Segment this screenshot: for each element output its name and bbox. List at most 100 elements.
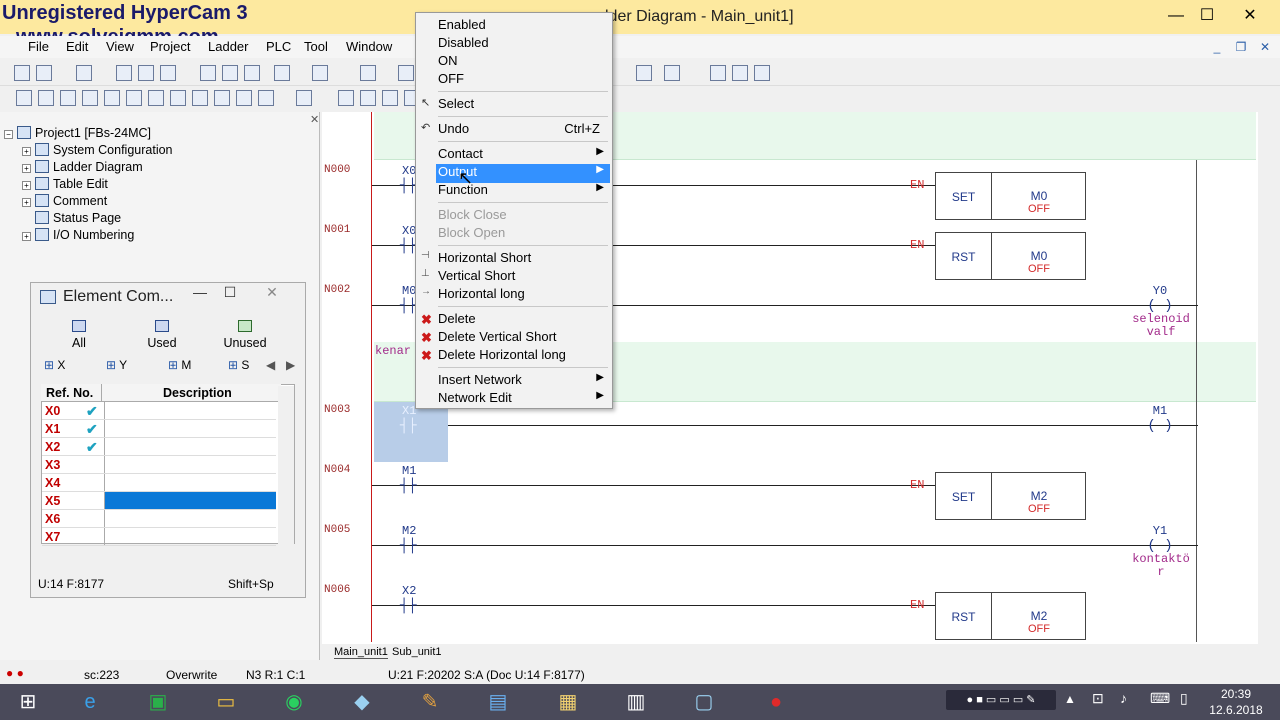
table-row[interactable]: X1 ✔ <box>42 420 276 438</box>
contact-rise-icon[interactable] <box>82 90 98 106</box>
r-icon[interactable] <box>360 90 376 106</box>
mdi-restore-icon[interactable]: ❐ <box>1232 40 1250 56</box>
browser-icon[interactable]: e <box>66 686 114 718</box>
function-block[interactable]: RST M2 OFF <box>935 592 1086 640</box>
app-icon[interactable]: ◆ <box>338 686 386 718</box>
filter-y[interactable]: ⊞ Y <box>106 358 127 376</box>
menu-project[interactable]: Project <box>150 39 190 54</box>
filter-m[interactable]: ⊞ M <box>168 358 191 376</box>
menu-tool[interactable]: Tool <box>304 39 328 54</box>
menu-ladder[interactable]: Ladder <box>208 39 248 54</box>
ladder-vscrollbar[interactable] <box>1258 112 1274 644</box>
grid-icon[interactable] <box>732 65 748 81</box>
table-row[interactable]: X6 <box>42 510 276 528</box>
arrange-icon[interactable] <box>754 65 770 81</box>
filter-scroll-right-icon[interactable]: ▶ <box>286 358 295 376</box>
coil-icon[interactable] <box>126 90 142 106</box>
volume-icon[interactable]: ♪ <box>1120 690 1127 706</box>
taskbar-clock[interactable]: 20:39 12.6.2018 <box>1206 686 1266 718</box>
delete-line-icon[interactable] <box>296 90 312 106</box>
close-button[interactable]: ✕ <box>1236 4 1264 28</box>
winproladder-icon[interactable]: ▥ <box>612 686 660 718</box>
contact-fall-icon[interactable] <box>104 90 120 106</box>
menu-edit[interactable]: Edit <box>66 39 88 54</box>
contact-label[interactable]: X2 <box>402 584 416 598</box>
find-icon[interactable] <box>274 65 290 81</box>
tree-item-status[interactable]: Status Page <box>35 211 121 225</box>
minimize-button[interactable]: — <box>1162 4 1190 28</box>
table-row[interactable]: X5 <box>42 492 276 510</box>
tab-main-unit[interactable]: Main_unit1 <box>334 646 388 659</box>
spotify-icon[interactable]: ◉ <box>270 686 318 718</box>
table-row[interactable]: X4 <box>42 474 276 492</box>
calculator-icon[interactable]: ▦ <box>544 686 592 718</box>
table-row[interactable]: X2 ✔ <box>42 438 276 456</box>
pointer-icon[interactable] <box>16 90 32 106</box>
tree-root[interactable]: − Project1 [FBs-24MC] <box>4 126 151 140</box>
hlong-icon[interactable] <box>258 90 274 106</box>
ew-close-button[interactable]: ✕ <box>258 284 286 304</box>
table-icon[interactable] <box>138 65 154 81</box>
menu-item-select[interactable]: Select <box>438 96 608 114</box>
logic-icon[interactable] <box>160 65 176 81</box>
monitor-app-icon[interactable]: ▢ <box>680 686 728 718</box>
menu-item-contact[interactable]: Contact ▶ <box>438 146 608 164</box>
open-icon[interactable] <box>36 65 52 81</box>
battery-icon[interactable]: ▯ <box>1180 690 1188 707</box>
menu-item-insert-network[interactable]: Insert Network ▶ <box>438 372 608 390</box>
menu-item-horizontal-long[interactable]: Horizontal long <box>438 286 608 304</box>
tree-item-system-config[interactable]: + System Configuration <box>22 143 173 157</box>
coil-name[interactable]: M1 <box>1140 404 1180 418</box>
language-icon[interactable]: ⌨ <box>1150 690 1170 707</box>
contact-nc-icon[interactable] <box>60 90 76 106</box>
paste-icon[interactable] <box>244 65 260 81</box>
table-row[interactable]: X0 ✔ <box>42 402 276 420</box>
menu-item-delete[interactable]: Delete <box>438 311 608 329</box>
vline-icon[interactable] <box>236 90 252 106</box>
print-icon[interactable] <box>116 65 132 81</box>
tab-sub-unit[interactable]: Sub_unit1 <box>392 646 442 658</box>
coil-set-icon[interactable] <box>170 90 186 106</box>
function-block[interactable]: RST M0 OFF <box>935 232 1086 280</box>
menu-item-enabled[interactable]: Enabled <box>438 17 608 35</box>
menu-file[interactable]: File <box>28 39 49 54</box>
menu-item-undo[interactable]: Undo Ctrl+Z <box>438 121 608 139</box>
hline-icon[interactable] <box>214 90 230 106</box>
paint-icon[interactable]: ✎ <box>406 686 454 718</box>
coil-neg-icon[interactable] <box>148 90 164 106</box>
tab-unused[interactable]: Unused <box>210 318 280 352</box>
maximize-button[interactable]: ☐ <box>1193 4 1221 28</box>
menu-view[interactable]: View <box>106 39 134 54</box>
t-icon[interactable] <box>382 90 398 106</box>
run-icon[interactable] <box>398 65 414 81</box>
monitor-icon[interactable] <box>636 65 652 81</box>
grid-hscrollbar[interactable] <box>42 548 278 564</box>
function-block[interactable]: SET M0 OFF <box>935 172 1086 220</box>
recorder-controls[interactable]: ● ■ ▭ ▭ ▭ ✎ <box>946 690 1056 710</box>
cut-icon[interactable] <box>200 65 216 81</box>
coil-reset-icon[interactable] <box>192 90 208 106</box>
function-block[interactable]: SET M2 OFF <box>935 472 1086 520</box>
table-row[interactable]: X3 <box>42 456 276 474</box>
ew-minimize-button[interactable]: — <box>186 284 214 304</box>
ladder-hscrollbar[interactable] <box>766 646 1256 662</box>
windows-start-icon[interactable]: ⊞ <box>4 686 52 718</box>
ew-maximize-button[interactable]: ☐ <box>216 284 244 304</box>
menu-item-off[interactable]: OFF <box>438 71 608 89</box>
tree-item-table-edit[interactable]: + Table Edit <box>22 177 108 191</box>
replace-icon[interactable] <box>312 65 328 81</box>
copy-icon[interactable] <box>222 65 238 81</box>
folder-icon[interactable]: ▭ <box>202 686 250 718</box>
grid-vscrollbar[interactable] <box>278 386 294 544</box>
tree-item-io-numbering[interactable]: + I/O Numbering <box>22 228 134 242</box>
table-row[interactable]: X7 <box>42 528 276 546</box>
layout-icon[interactable] <box>710 65 726 81</box>
save-icon[interactable] <box>76 65 92 81</box>
tab-all[interactable]: All <box>44 318 114 352</box>
panel-close-icon[interactable]: ✕ <box>310 113 319 126</box>
network-icon[interactable]: ⊡ <box>1092 690 1104 707</box>
tree-item-comment[interactable]: + Comment <box>22 194 107 208</box>
s-icon[interactable] <box>338 90 354 106</box>
menu-item-vertical-short[interactable]: Vertical Short <box>438 268 608 286</box>
menu-item-horizontal-short[interactable]: Horizontal Short <box>438 250 608 268</box>
